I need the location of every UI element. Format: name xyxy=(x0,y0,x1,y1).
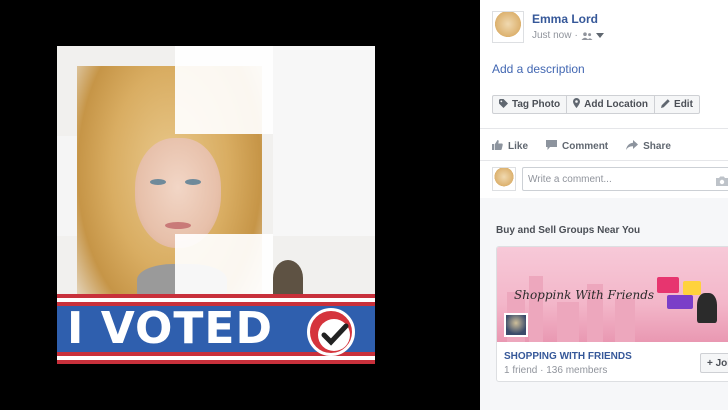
shopper-figure xyxy=(697,293,717,323)
group-name[interactable]: SHOPPING WITH FRIENDS xyxy=(504,351,632,362)
photo-frame-block xyxy=(57,136,77,236)
tag-icon xyxy=(499,98,508,111)
camera-icon[interactable] xyxy=(716,173,728,191)
edit-label: Edit xyxy=(674,99,693,110)
author-avatar[interactable] xyxy=(492,11,524,43)
photo-face xyxy=(135,138,221,248)
city-building xyxy=(615,298,635,342)
photo-frame-block xyxy=(175,46,273,134)
add-location-label: Add Location xyxy=(584,99,649,110)
commenter-avatar xyxy=(492,167,516,191)
banner-stripe xyxy=(57,360,375,364)
speech-bubble-icon xyxy=(546,140,558,153)
group-thumbnail xyxy=(504,313,528,337)
comment-label: Comment xyxy=(562,141,609,152)
shopping-bag-icon xyxy=(657,277,679,293)
join-group-button[interactable]: + Join xyxy=(700,353,728,373)
photo-lips xyxy=(165,222,191,229)
share-arrow-icon xyxy=(626,140,639,153)
add-description-link[interactable]: Add a description xyxy=(492,62,585,76)
city-building xyxy=(529,276,543,342)
photo-shadow xyxy=(273,260,303,296)
post-photo[interactable]: I VOTED xyxy=(57,46,375,364)
suggestions-title: Buy and Sell Groups Near You xyxy=(496,225,641,236)
share-button[interactable]: Share xyxy=(626,140,671,153)
group-cover-image[interactable]: Shoppink With Friends xyxy=(497,247,728,342)
post-actions: Like Comment Share xyxy=(492,140,671,153)
group-card[interactable]: Shoppink With Friends SHOPPING WITH FRIE… xyxy=(496,246,728,382)
tag-photo-button[interactable]: Tag Photo xyxy=(492,95,568,114)
friends-icon[interactable] xyxy=(581,31,593,40)
author-name[interactable]: Emma Lord xyxy=(532,12,598,26)
voted-banner: I VOTED xyxy=(57,294,375,364)
photo-eye-left xyxy=(150,179,166,185)
pencil-icon xyxy=(661,98,670,111)
photo-eye-right xyxy=(185,179,201,185)
photo-frame-block xyxy=(175,234,273,294)
voted-text: I VOTED xyxy=(67,303,273,354)
like-label: Like xyxy=(508,141,529,152)
edit-button[interactable]: Edit xyxy=(655,95,700,114)
shopping-bag-icon xyxy=(683,281,701,295)
comment-input[interactable]: Write a comment... xyxy=(522,167,728,191)
post-meta: Just now · xyxy=(532,30,604,41)
divider xyxy=(480,128,728,129)
tag-photo-label: Tag Photo xyxy=(512,99,561,110)
post-timestamp[interactable]: Just now xyxy=(532,30,571,41)
comment-button[interactable]: Comment xyxy=(546,140,608,153)
group-meta: 1 friend · 136 members xyxy=(504,365,608,376)
meta-separator: · xyxy=(574,30,578,41)
photo-stage: I VOTED xyxy=(0,0,480,410)
city-building xyxy=(557,302,579,342)
photo-frame-block xyxy=(273,46,375,236)
add-location-button[interactable]: Add Location xyxy=(567,95,656,114)
location-pin-icon xyxy=(573,98,581,111)
divider xyxy=(480,160,728,161)
post-side-panel: Emma Lord Just now · Add a description T… xyxy=(480,0,728,410)
photo-tools: Tag Photo Add Location Edit xyxy=(492,95,700,114)
like-button[interactable]: Like xyxy=(492,140,528,153)
caret-down-icon[interactable] xyxy=(595,33,604,38)
checkmark-icon xyxy=(307,308,355,356)
suggestions-section: Buy and Sell Groups Near You Shoppink Wi… xyxy=(480,198,728,410)
group-cover-title: Shoppink With Friends xyxy=(514,288,655,302)
thumbs-up-icon xyxy=(492,140,503,153)
shopping-bag-icon xyxy=(667,295,693,309)
share-label: Share xyxy=(643,141,671,152)
